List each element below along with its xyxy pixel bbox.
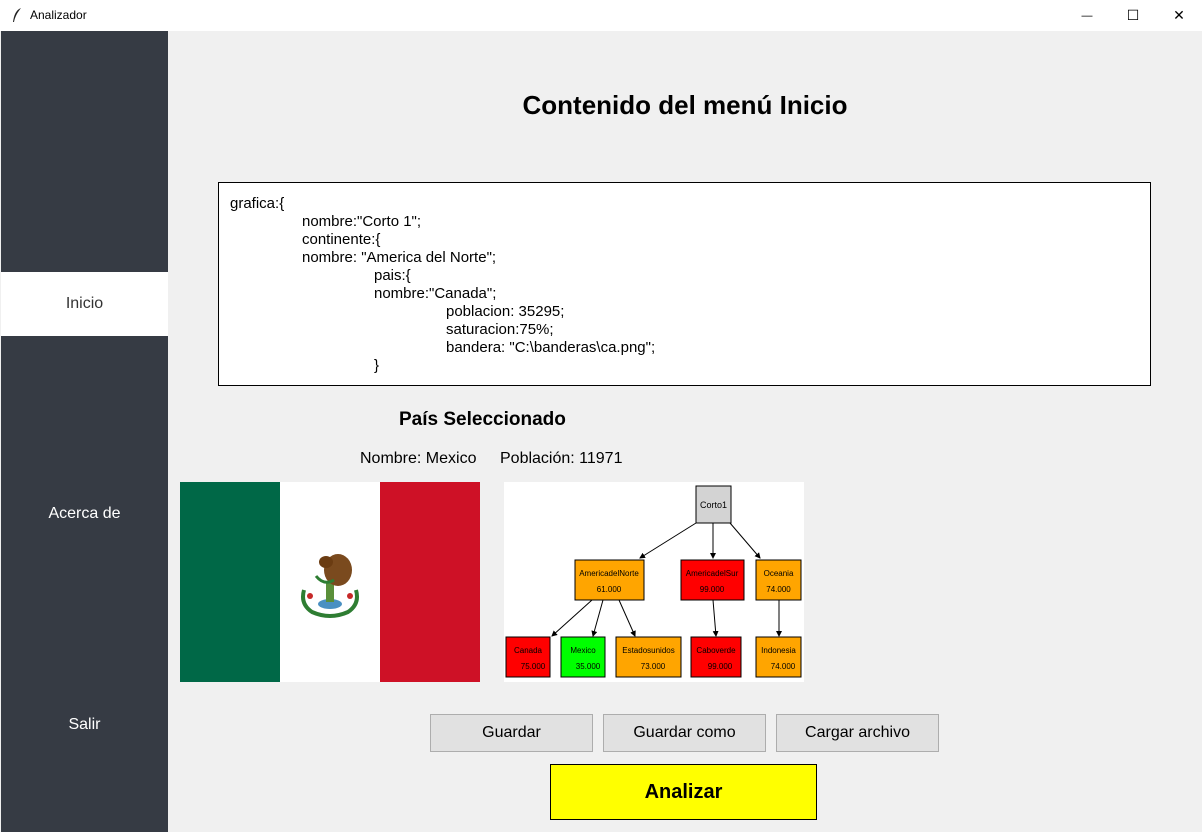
sidebar: Inicio Acerca de Salir: [1, 31, 168, 832]
tree-node-value: 61.000: [597, 585, 622, 594]
country-name: Nombre: Mexico: [360, 450, 477, 467]
save-button[interactable]: Guardar: [430, 714, 593, 752]
tree-node-indonesia: [755, 636, 802, 678]
feather-icon: [13, 8, 21, 22]
code-editor[interactable]: grafica:{ nombre:"Corto 1"; continente:{…: [218, 182, 1151, 386]
load-file-button-label: Cargar archivo: [805, 724, 910, 741]
tree-node-mexico: [560, 636, 606, 678]
coat-of-arms-icon: [301, 554, 359, 618]
tree-node-canada: [505, 636, 551, 678]
code-line: nombre:"Corto 1";: [302, 213, 422, 230]
code-line: pais:{: [374, 267, 411, 284]
save-as-button[interactable]: Guardar como: [603, 714, 766, 752]
maximize-button[interactable]: ☐: [1110, 0, 1156, 31]
sidebar-item-inicio[interactable]: Inicio: [1, 272, 168, 336]
tree-node-label: Oceania: [764, 569, 794, 578]
tree-node-americadelnorte: [574, 559, 645, 601]
page-title: Contenido del menú Inicio: [522, 90, 848, 120]
sidebar-item-label: Salir: [68, 716, 101, 733]
tree-node-label: AmericadelSur: [686, 569, 739, 578]
analyze-button[interactable]: Analizar: [550, 764, 817, 820]
save-as-button-label: Guardar como: [633, 724, 736, 741]
tree-node-value: 74.000: [766, 585, 791, 594]
tree-node-label: Canada: [514, 646, 543, 655]
flag-green-stripe: [180, 482, 280, 682]
tree-graph-svg: Corto1 AmericadelNorte 61.000 Americadel…: [505, 485, 802, 678]
close-window-button[interactable]: ✕: [1156, 0, 1202, 31]
tree-node-value: 74.000: [771, 662, 796, 671]
code-line: poblacion: 35295;: [446, 303, 565, 320]
country-flag-image: [180, 482, 480, 682]
code-line: nombre: "America del Norte";: [302, 249, 497, 266]
tree-node-label: Mexico: [570, 646, 596, 655]
save-button-label: Guardar: [482, 724, 541, 741]
flag-red-stripe: [380, 482, 480, 682]
code-line: nombre:"Canada";: [374, 285, 497, 302]
maximize-icon: ☐: [1126, 7, 1140, 23]
tree-node-oceania: [755, 559, 802, 601]
code-line: }: [374, 357, 380, 374]
close-icon: ✕: [1173, 7, 1185, 23]
code-line: saturacion:75%;: [446, 321, 554, 338]
title-bar: Analizador — ☐ ✕: [0, 0, 1202, 31]
country-population: Población: 11971: [500, 450, 623, 467]
tree-node-value: 99.000: [700, 585, 725, 594]
sidebar-item-salir[interactable]: Salir: [1, 693, 168, 757]
minimize-button[interactable]: —: [1064, 0, 1110, 31]
tree-root-label: Corto1: [700, 500, 727, 510]
code-line: continente:{: [302, 231, 381, 248]
tree-node-value: 73.000: [641, 662, 666, 671]
minimize-icon: —: [1081, 9, 1093, 22]
sidebar-item-acerca-de[interactable]: Acerca de: [1, 482, 168, 546]
code-line: bandera: "C:\banderas\ca.png";: [446, 339, 656, 356]
tree-node-label: Estadosunidos: [622, 646, 674, 655]
code-line: grafica:{: [230, 195, 285, 212]
tree-node-label: Caboverde: [696, 646, 736, 655]
sidebar-item-label: Inicio: [65, 295, 104, 312]
window-title: Analizador: [30, 8, 87, 22]
tree-node-value: 99.000: [708, 662, 733, 671]
tree-node-label: Indonesia: [761, 646, 796, 655]
tree-node-caboverde: [690, 636, 742, 678]
selected-country-title: País Seleccionado: [399, 409, 566, 430]
tree-node-americadelsur: [680, 559, 745, 601]
flag-white-stripe: [280, 482, 380, 682]
continent-tree-graph: Corto1 AmericadelNorte 61.000 Americadel…: [504, 482, 804, 682]
tree-node-estadosunidos: [615, 636, 682, 678]
tree-node-label: AmericadelNorte: [579, 569, 639, 578]
analyze-button-label: Analizar: [644, 780, 723, 803]
tree-node-value: 75.000: [521, 662, 546, 671]
tree-node-value: 35.000: [576, 662, 601, 671]
sidebar-item-label: Acerca de: [48, 505, 121, 522]
load-file-button[interactable]: Cargar archivo: [776, 714, 939, 752]
